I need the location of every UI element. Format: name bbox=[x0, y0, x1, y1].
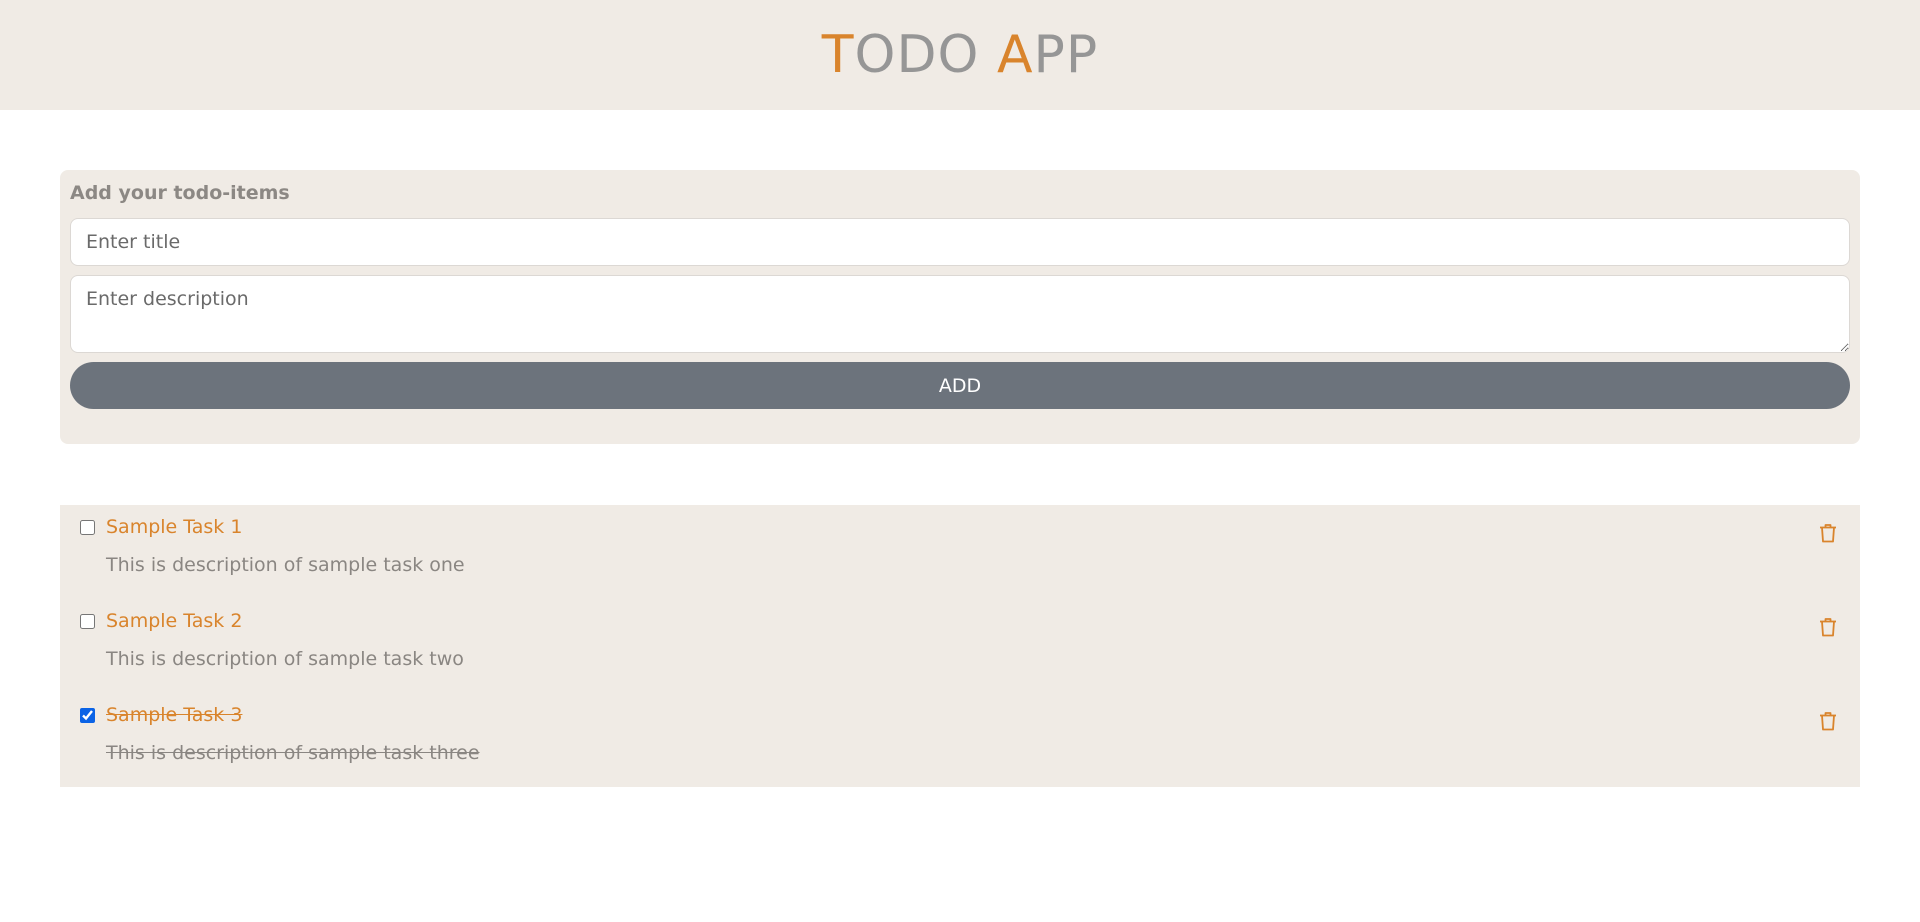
task-list: Sample Task 1 This is description of sam… bbox=[60, 505, 1860, 787]
trash-icon bbox=[1820, 618, 1836, 637]
title-word-odo: ODO bbox=[854, 25, 980, 85]
delete-task-button[interactable] bbox=[1816, 615, 1840, 639]
task-title: Sample Task 1 bbox=[106, 516, 243, 538]
task-description: This is description of sample task two bbox=[106, 648, 464, 670]
task-title: Sample Task 2 bbox=[106, 610, 243, 632]
task-item: Sample Task 3 This is description of sam… bbox=[60, 693, 1860, 787]
task-checkbox[interactable] bbox=[80, 520, 95, 535]
app-header: TODO APP bbox=[0, 0, 1920, 110]
delete-task-button[interactable] bbox=[1816, 521, 1840, 545]
task-item: Sample Task 1 This is description of sam… bbox=[60, 505, 1860, 599]
title-initial-t: T bbox=[821, 25, 855, 85]
task-item: Sample Task 2 This is description of sam… bbox=[60, 599, 1860, 693]
task-description: This is description of sample task one bbox=[106, 554, 465, 576]
title-word-pp: PP bbox=[1033, 25, 1099, 85]
delete-task-button[interactable] bbox=[1816, 709, 1840, 733]
app-title: TODO APP bbox=[822, 25, 1099, 85]
form-heading: Add your todo-items bbox=[70, 182, 290, 204]
title-initial-a: A bbox=[996, 25, 1034, 85]
trash-icon bbox=[1820, 712, 1836, 731]
task-checkbox[interactable] bbox=[80, 614, 95, 629]
task-checkbox[interactable] bbox=[80, 708, 95, 723]
task-title: Sample Task 3 bbox=[106, 704, 243, 726]
title-input[interactable] bbox=[70, 218, 1850, 266]
add-todo-form: Add your todo-items ADD bbox=[60, 170, 1860, 444]
description-input[interactable] bbox=[70, 275, 1850, 353]
add-button[interactable]: ADD bbox=[70, 362, 1850, 409]
trash-icon bbox=[1820, 524, 1836, 543]
task-description: This is description of sample task three bbox=[106, 742, 480, 764]
